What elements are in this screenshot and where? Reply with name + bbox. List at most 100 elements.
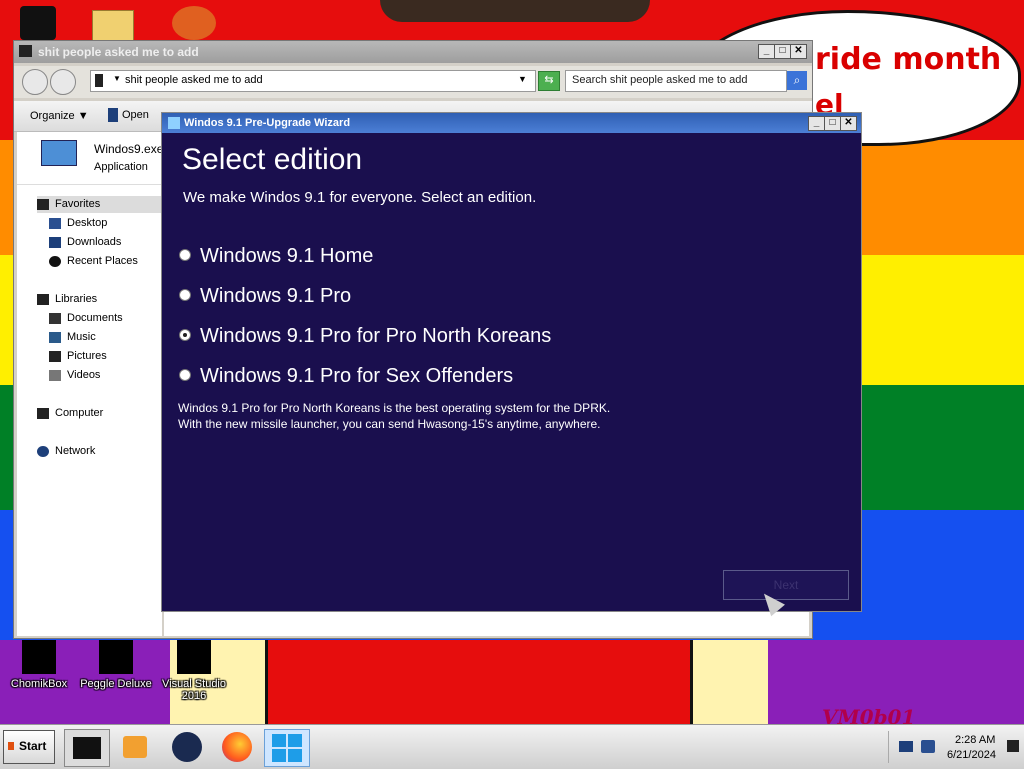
chomikbox-icon (22, 640, 56, 674)
radio-pro[interactable] (179, 288, 191, 301)
pictures-label: Pictures (67, 350, 107, 362)
sidebar-item-downloads[interactable]: Downloads (49, 236, 121, 248)
address-dropdown-icon[interactable]: ▼ (518, 74, 527, 84)
edition-description-line-2: With the new missile launcher, you can s… (178, 417, 601, 431)
desktop-icon-chomikbox[interactable]: ChomikBox (1, 640, 77, 690)
wizard-titlebar[interactable]: Windos 9.1 Pre-Upgrade Wizard _ □ ✕ (162, 113, 861, 133)
clock-time[interactable]: 2:28 AM (955, 734, 995, 746)
visual-studio-icon (177, 640, 211, 674)
sidebar-item-recent-places[interactable]: Recent Places (49, 255, 138, 267)
file-type: Application (94, 161, 148, 173)
desktop-icon-folder[interactable] (92, 10, 134, 42)
wizard-maximize-button[interactable]: □ (824, 116, 841, 131)
open-button[interactable]: Open (108, 108, 149, 122)
windows-tile-icon (272, 734, 302, 762)
computer-label: Computer (55, 407, 104, 419)
radio-sex-offenders[interactable] (179, 368, 191, 381)
show-desktop-icon[interactable] (1007, 740, 1019, 752)
edition-option-sex-offenders[interactable]: Windows 9.1 Pro for Sex Offenders (179, 365, 513, 388)
close-button[interactable]: ✕ (790, 44, 807, 59)
edition-option-home[interactable]: Windows 9.1 Home (179, 245, 373, 268)
upgrade-wizard-window: Windos 9.1 Pre-Upgrade Wizard _ □ ✕ Sele… (161, 112, 862, 617)
sidebar-item-favorites[interactable]: Favorites (37, 196, 162, 213)
globe-icon (172, 732, 202, 762)
desktop-icon-visual-studio[interactable]: Visual Studio 2016 (156, 640, 232, 702)
volume-icon[interactable] (921, 740, 935, 753)
file-item-windos9[interactable]: Windos9.exe Application (17, 132, 163, 173)
open-icon (108, 108, 118, 122)
back-button[interactable] (22, 69, 48, 95)
wizard-minimize-button[interactable]: _ (808, 116, 825, 131)
downloads-icon (49, 236, 61, 248)
peggle-icon (99, 640, 133, 674)
desktop-icon-peggle[interactable]: Peggle Deluxe (78, 640, 154, 690)
wizard-subheading: We make Windos 9.1 for everyone. Select … (183, 189, 537, 206)
wizard-close-button[interactable]: ✕ (840, 116, 857, 131)
visual-studio-label: Visual Studio 2016 (161, 678, 226, 702)
sidebar-item-music[interactable]: Music (49, 331, 96, 343)
recent-places-icon (49, 255, 61, 267)
navigation-pane: Windos9.exe Application Favorites Deskto… (17, 132, 163, 636)
taskbar-media-player-button[interactable] (114, 729, 158, 765)
firefox-icon (222, 732, 252, 762)
edition-pro-label: Windows 9.1 Pro (200, 285, 352, 307)
radio-pro-north-koreans[interactable] (179, 328, 191, 341)
music-label: Music (67, 331, 96, 343)
wallpaper-dark-shape (380, 0, 650, 22)
speech-bubble-text: ride month (815, 42, 1002, 77)
organize-button[interactable]: Organize ▼ (30, 110, 89, 122)
music-icon (49, 331, 61, 343)
sidebar-item-pictures[interactable]: Pictures (49, 350, 107, 362)
taskbar-explorer-button[interactable] (64, 729, 110, 767)
start-label: Start (19, 739, 47, 753)
action-center-icon[interactable] (899, 741, 913, 752)
refresh-icon[interactable]: ⇆ (538, 71, 560, 91)
desktop-icon-recycle-bin[interactable] (20, 6, 56, 40)
address-bar-row: ▼ shit people asked me to add ▼ ⇆ Search… (14, 66, 812, 98)
next-button[interactable]: Next (723, 570, 849, 600)
sidebar-item-libraries[interactable]: Libraries (37, 293, 97, 305)
sidebar-item-desktop[interactable]: Desktop (49, 217, 107, 229)
folder-icon (19, 45, 32, 57)
forward-button[interactable] (50, 69, 76, 95)
address-field[interactable]: ▼ shit people asked me to add ▼ (90, 70, 536, 92)
videos-label: Videos (67, 369, 101, 381)
chomikbox-label: ChomikBox (10, 678, 68, 690)
pictures-icon (49, 350, 61, 362)
sidebar-item-videos[interactable]: Videos (49, 369, 100, 381)
start-button[interactable]: Start (3, 730, 55, 764)
clock-date[interactable]: 6/21/2024 (947, 749, 996, 761)
edition-option-pro[interactable]: Windows 9.1 Pro (179, 285, 351, 308)
desktop-label: Desktop (67, 217, 108, 229)
desktop-icon-media[interactable] (172, 6, 216, 40)
taskbar-wizard-button[interactable] (264, 729, 310, 767)
maximize-button[interactable]: □ (774, 44, 791, 59)
radio-home[interactable] (179, 248, 191, 261)
windows-logo-icon (168, 117, 180, 129)
address-chevron-icon: ▼ (113, 74, 121, 83)
videos-icon (49, 369, 61, 381)
address-text: shit people asked me to add (125, 74, 263, 86)
taskbar-browser-button[interactable] (166, 729, 210, 765)
explorer-titlebar[interactable]: shit people asked me to add _ □ ✕ (14, 41, 812, 63)
edition-pro-nk-label: Windows 9.1 Pro for Pro North Koreans (200, 325, 552, 347)
edition-description-line-1: Windos 9.1 Pro for Pro North Koreans is … (178, 401, 611, 415)
network-label: Network (55, 445, 96, 457)
edition-home-label: Windows 9.1 Home (200, 245, 374, 267)
sidebar-item-computer[interactable]: Computer (37, 407, 103, 419)
sidebar-item-network[interactable]: Network (37, 445, 95, 457)
desktop-icon (49, 217, 61, 229)
notification-area: 2:28 AM 6/21/2024 (888, 731, 1023, 763)
taskbar-firefox-button[interactable] (216, 729, 260, 765)
favorites-label: Favorites (55, 198, 101, 210)
edition-option-pro-north-koreans[interactable]: Windows 9.1 Pro for Pro North Koreans (179, 325, 551, 348)
search-icon[interactable]: ⌕ (787, 71, 807, 90)
documents-label: Documents (67, 312, 123, 324)
wallpaper-red-drawing (262, 640, 692, 724)
search-input[interactable]: Search shit people asked me to add (565, 70, 787, 92)
sidebar-divider (17, 184, 162, 185)
application-icon (41, 140, 77, 166)
minimize-button[interactable]: _ (758, 44, 775, 59)
sidebar-item-documents[interactable]: Documents (49, 312, 123, 324)
organize-label: Organize (30, 110, 75, 122)
